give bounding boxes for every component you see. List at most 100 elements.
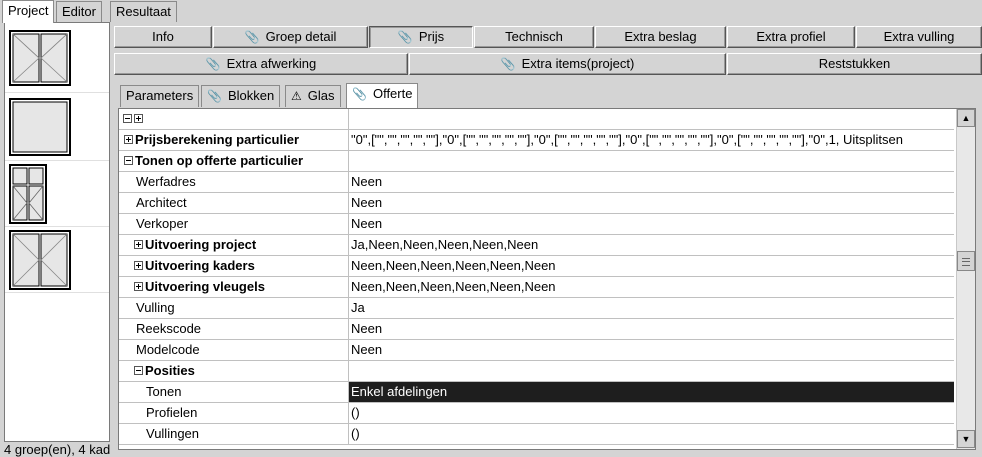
row-value[interactable]: Neen: [349, 193, 954, 213]
prijs-button[interactable]: 📎 Prijs: [369, 26, 473, 48]
row-value[interactable]: Ja,Neen,Neen,Neen,Neen,Neen: [349, 235, 954, 255]
extra-beslag-button-label: Extra beslag: [624, 29, 697, 44]
table-row[interactable]: Posities: [119, 361, 954, 382]
row-value[interactable]: Neen,Neen,Neen,Neen,Neen,Neen: [349, 277, 954, 297]
list-item[interactable]: [5, 227, 109, 293]
info-button-label: Info: [152, 29, 174, 44]
table-row[interactable]: Verkoper Neen: [119, 214, 954, 235]
grid-header-value: [349, 109, 954, 129]
list-item[interactable]: [5, 93, 109, 161]
row-name-text: Posities: [145, 363, 195, 378]
table-row[interactable]: Reekscode Neen: [119, 319, 954, 340]
row-value[interactable]: Neen: [349, 214, 954, 234]
tab-offerte[interactable]: 📎 Offerte: [346, 83, 419, 108]
extra-profiel-button-label: Extra profiel: [756, 29, 826, 44]
tab-blokken[interactable]: 📎 Blokken: [201, 85, 281, 107]
row-value[interactable]: Neen: [349, 319, 954, 339]
tab-glas-label: Glas: [307, 88, 335, 103]
door-thumbnail: [9, 164, 47, 224]
row-name: Vullingen: [119, 424, 349, 444]
row-name: Tonen: [119, 382, 349, 402]
table-row[interactable]: Profielen (): [119, 403, 954, 424]
extra-profiel-button[interactable]: Extra profiel: [727, 26, 855, 48]
row-value[interactable]: [349, 361, 954, 381]
row-value[interactable]: Neen: [349, 172, 954, 192]
row-name: Profielen: [119, 403, 349, 423]
extra-items-project-button-label: Extra items(project): [521, 56, 635, 71]
tab-resultaat[interactable]: Resultaat: [110, 1, 177, 22]
row-value[interactable]: Neen: [349, 340, 954, 360]
collapse-all-icon[interactable]: [123, 114, 132, 123]
table-row[interactable]: Uitvoering kaders Neen,Neen,Neen,Neen,Ne…: [119, 256, 954, 277]
groep-detail-button[interactable]: 📎 Groep detail: [213, 26, 368, 48]
row-name-text: Uitvoering project: [145, 237, 257, 252]
table-row[interactable]: Uitvoering vleugels Neen,Neen,Neen,Neen,…: [119, 277, 954, 298]
table-row[interactable]: Vulling Ja: [119, 298, 954, 319]
paperclip-icon: 📎: [205, 57, 221, 71]
table-row[interactable]: Werfadres Neen: [119, 172, 954, 193]
expand-icon[interactable]: [134, 240, 143, 249]
row-name-text: Tonen op offerte particulier: [135, 153, 304, 168]
paperclip-icon: 📎: [500, 57, 516, 71]
tab-parameters[interactable]: Parameters: [120, 85, 200, 107]
row-name: Uitvoering kaders: [119, 256, 349, 276]
double-window-thumbnail: [9, 230, 71, 290]
tab-editor[interactable]: Editor: [56, 1, 102, 22]
expand-icon[interactable]: [134, 282, 143, 291]
expand-all-icon[interactable]: [134, 114, 143, 123]
reststukken-button-label: Reststukken: [818, 56, 891, 71]
technisch-button[interactable]: Technisch: [474, 26, 594, 48]
tab-project-label: Project: [8, 3, 49, 18]
tab-glas[interactable]: ⚠ Glas: [285, 85, 341, 107]
extra-vulling-button[interactable]: Extra vulling: [856, 26, 982, 48]
scroll-down-icon[interactable]: ▼: [957, 430, 975, 448]
row-name: Uitvoering project: [119, 235, 349, 255]
prijs-button-label: Prijs: [418, 29, 445, 44]
tab-project[interactable]: Project: [2, 0, 55, 23]
extra-afwerking-button-label: Extra afwerking: [226, 56, 317, 71]
table-row[interactable]: Vullingen (): [119, 424, 954, 445]
table-row[interactable]: Tonen Enkel afdelingen: [119, 382, 954, 403]
row-value[interactable]: (): [349, 424, 954, 444]
reststukken-button[interactable]: Reststukken: [727, 53, 982, 75]
info-button[interactable]: Info: [114, 26, 212, 48]
list-item[interactable]: [5, 23, 109, 93]
row-value[interactable]: Neen,Neen,Neen,Neen,Neen,Neen: [349, 256, 954, 276]
row-value[interactable]: Enkel afdelingen: [349, 382, 954, 402]
table-row[interactable]: Modelcode Neen: [119, 340, 954, 361]
row-value[interactable]: [349, 151, 954, 171]
extra-vulling-button-label: Extra vulling: [883, 29, 955, 44]
collapse-icon[interactable]: [124, 156, 133, 165]
expand-icon[interactable]: [124, 135, 133, 144]
extra-beslag-button[interactable]: Extra beslag: [595, 26, 726, 48]
table-row[interactable]: Architect Neen: [119, 193, 954, 214]
row-name: Werfadres: [119, 172, 349, 192]
vertical-scrollbar[interactable]: ▲ ▼: [956, 109, 975, 449]
extra-items-project-button[interactable]: 📎 Extra items(project): [409, 53, 726, 75]
scroll-up-icon[interactable]: ▲: [957, 109, 975, 127]
list-item[interactable]: [5, 161, 109, 227]
row-value[interactable]: "0",["","","","",""],"0",["","","","",""…: [349, 130, 954, 150]
tab-editor-label: Editor: [62, 4, 96, 19]
table-row[interactable]: Tonen op offerte particulier: [119, 151, 954, 172]
row-value[interactable]: (): [349, 403, 954, 423]
expand-icon[interactable]: [134, 261, 143, 270]
row-value[interactable]: Ja: [349, 298, 954, 318]
collapse-icon[interactable]: [134, 366, 143, 375]
tab-resultaat-label: Resultaat: [116, 4, 171, 19]
row-name: Verkoper: [119, 214, 349, 234]
table-row[interactable]: Uitvoering project Ja,Neen,Neen,Neen,Nee…: [119, 235, 954, 256]
groep-detail-button-label: Groep detail: [265, 29, 337, 44]
row-name: Posities: [119, 361, 349, 381]
scrollbar-thumb[interactable]: [957, 251, 975, 271]
extra-afwerking-button[interactable]: 📎 Extra afwerking: [114, 53, 408, 75]
row-name: Uitvoering vleugels: [119, 277, 349, 297]
paperclip-icon: 📎: [397, 30, 413, 44]
tab-blokken-label: Blokken: [227, 88, 275, 103]
table-row[interactable]: Prijsberekening particulier "0",["","","…: [119, 130, 954, 151]
row-name-text: Uitvoering vleugels: [145, 279, 265, 294]
row-name-text: Prijsberekening particulier: [135, 132, 300, 147]
row-name-text: Uitvoering kaders: [145, 258, 255, 273]
technisch-button-label: Technisch: [505, 29, 563, 44]
fixed-window-thumbnail: [9, 98, 71, 156]
